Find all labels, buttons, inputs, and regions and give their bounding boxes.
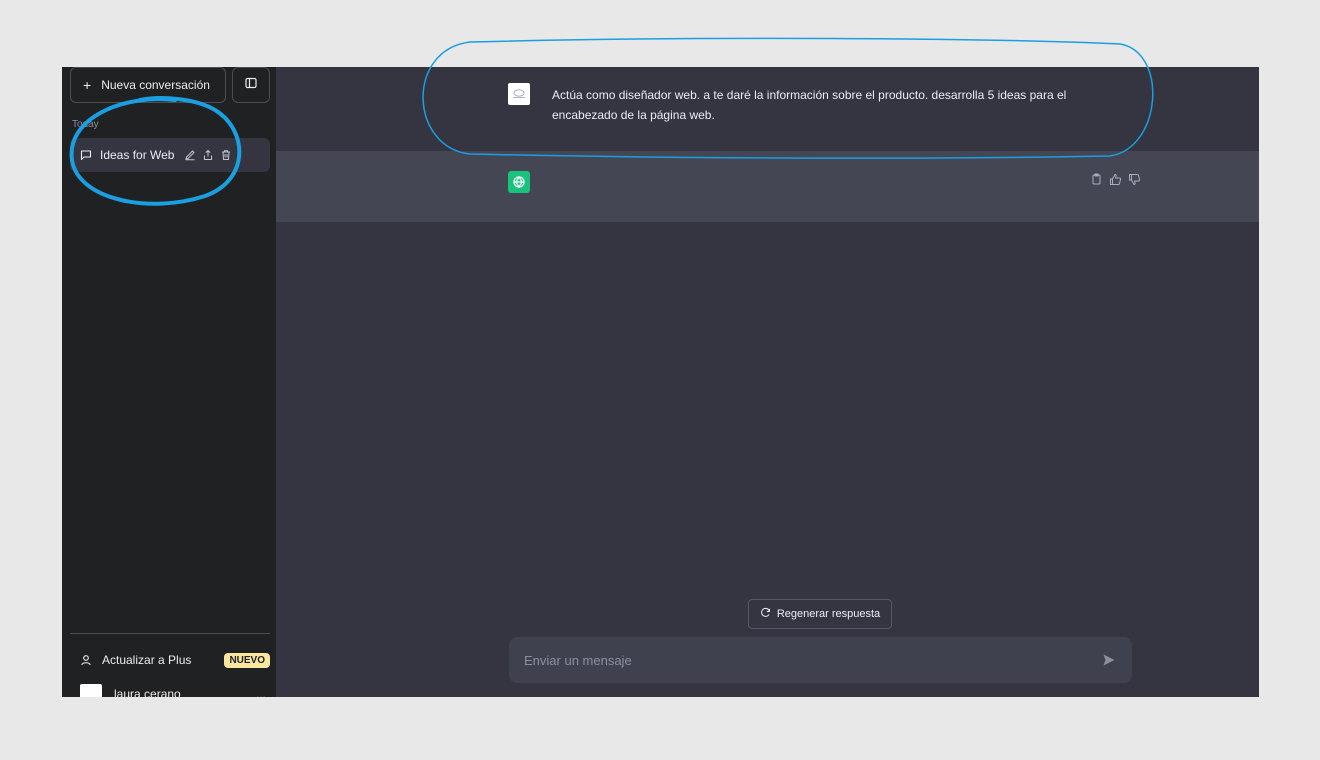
refresh-icon (760, 607, 771, 621)
sidebar-toggle-button[interactable] (232, 67, 270, 103)
assistant-message-row (276, 151, 1259, 222)
account-name: laura cerano (114, 687, 181, 697)
new-chat-label: Nueva conversación (101, 78, 210, 92)
sidebar: + Nueva conversación Today Ideas for Web… (62, 67, 276, 697)
pencil-icon[interactable] (184, 149, 196, 161)
user-message-row: Actúa como diseñador web. a te daré la i… (276, 67, 1259, 151)
avatar (80, 684, 102, 697)
openai-logo-icon (508, 171, 530, 193)
copy-icon[interactable] (1090, 173, 1103, 186)
section-label-today: Today (72, 119, 99, 130)
account-menu[interactable]: laura cerano ... (70, 684, 270, 697)
upgrade-label: Actualizar a Plus (102, 653, 192, 667)
user-icon (80, 654, 92, 666)
conversation-item[interactable]: Ideas for Web Heade (70, 138, 270, 172)
share-icon[interactable] (202, 149, 214, 161)
regenerate-label: Regenerar respuesta (776, 608, 881, 620)
message-input[interactable] (522, 651, 1102, 669)
thumbs-down-icon[interactable] (1128, 173, 1141, 186)
thumbs-up-icon[interactable] (1109, 173, 1122, 186)
new-chat-button[interactable]: + Nueva conversación (70, 67, 226, 103)
chatgpt-window: + Nueva conversación Today Ideas for Web… (62, 67, 1259, 697)
message-composer (509, 637, 1132, 683)
sidebar-divider (70, 633, 270, 634)
trash-icon[interactable] (220, 149, 232, 161)
new-badge: NUEVO (224, 652, 270, 668)
user-message-text: Actúa como diseñador web. a te daré la i… (552, 88, 1067, 122)
user-avatar (508, 83, 530, 105)
sidebar-toggle-icon (245, 76, 257, 94)
plus-icon: + (83, 77, 92, 93)
upgrade-plus-button[interactable]: Actualizar a Plus NUEVO (70, 645, 270, 675)
conversation-title: Ideas for Web Heade (100, 148, 178, 162)
send-icon[interactable] (1102, 653, 1116, 667)
chat-bubble-icon (80, 149, 92, 161)
more-icon[interactable]: ... (256, 687, 266, 697)
regenerate-button[interactable]: Regenerar respuesta (748, 599, 892, 629)
message-actions (1090, 173, 1141, 186)
